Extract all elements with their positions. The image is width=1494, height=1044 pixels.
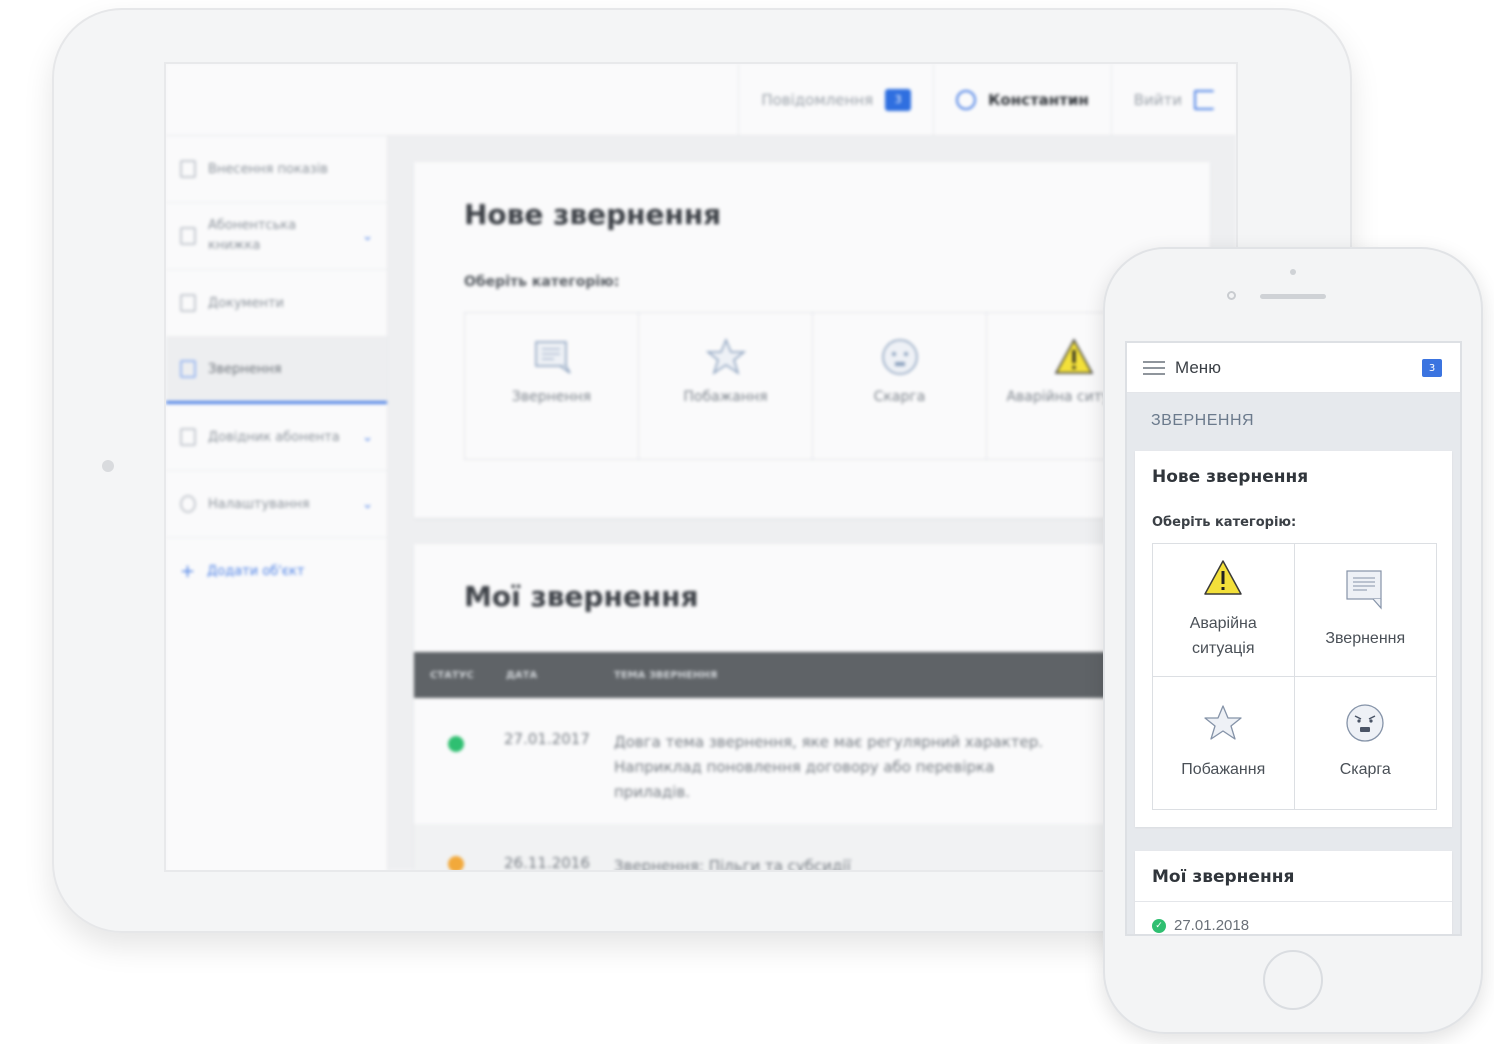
category-complaint[interactable]: Скарга xyxy=(1295,677,1437,810)
sidebar-item-readings[interactable]: Внесення показів xyxy=(166,136,387,203)
chevron-down-icon: ⌄ xyxy=(362,496,373,512)
category-label: Скарга xyxy=(873,389,926,405)
document-icon xyxy=(180,294,196,312)
new-request-card: Нове звернення Оберіть категорію: Зверне… xyxy=(414,162,1210,518)
sidebar-item-label: Звернення xyxy=(208,361,282,377)
gear-icon xyxy=(180,495,196,513)
category-label: Побажання xyxy=(1181,761,1266,779)
divider xyxy=(1135,901,1452,902)
category-request[interactable]: Звернення xyxy=(465,313,639,459)
user-icon xyxy=(956,89,977,110)
category-complaint[interactable]: Скарга xyxy=(813,313,987,459)
sidebar-item-label: Документи xyxy=(208,295,284,311)
list-item[interactable]: ✓ 27.01.2018 xyxy=(1152,917,1249,934)
my-requests-card: Мої звернення СТАТУС ДАТА ТЕМА ЗВЕРНЕННЯ… xyxy=(414,544,1210,872)
warning-icon xyxy=(1204,560,1242,595)
page-title: Нове звернення xyxy=(1152,467,1309,487)
plus-icon: + xyxy=(180,561,196,582)
messages-badge[interactable]: 3 xyxy=(1422,359,1442,377)
new-request-card: Нове звернення Оберіть категорію: Аварій… xyxy=(1135,451,1452,827)
category-label: Звернення xyxy=(1325,630,1406,648)
sidebar-item-label: Абонентська книжка xyxy=(208,218,297,253)
user-name: Константин xyxy=(988,90,1089,109)
sidebar-item-label: Налаштування xyxy=(208,496,310,512)
column-status[interactable]: СТАТУС xyxy=(430,670,474,681)
category-request[interactable]: Звернення xyxy=(1294,544,1436,677)
phone-header: Меню 3 xyxy=(1127,343,1460,393)
sidebar-item-label: Довідник абонента xyxy=(208,429,340,445)
sidebar-item-reference[interactable]: Довідник абонента ⌄ xyxy=(166,404,387,471)
status-done-icon: ✓ xyxy=(1152,918,1166,933)
category-emergency[interactable]: Аварійна ситуація xyxy=(1153,544,1295,677)
phone-device: Меню 3 ЗВЕРНЕННЯ Нове звернення Оберіть … xyxy=(1103,247,1483,1034)
column-subject[interactable]: ТЕМА ЗВЕРНЕННЯ xyxy=(614,670,717,681)
category-grid: Звернення Побажання Скарга Аварійна ситу… xyxy=(464,312,1162,460)
add-object-link[interactable]: + Додати об'єкт xyxy=(166,538,387,605)
phone-speaker xyxy=(1260,294,1326,299)
my-requests-title: Мої звернення xyxy=(464,580,699,613)
menu-label[interactable]: Меню xyxy=(1175,358,1221,378)
hamburger-menu-icon[interactable] xyxy=(1143,360,1165,375)
logout-button[interactable]: Вийти xyxy=(1110,64,1236,135)
readings-icon xyxy=(180,160,196,178)
section-title: ЗВЕРНЕННЯ xyxy=(1151,412,1255,429)
phone-camera xyxy=(1227,291,1236,300)
category-wish[interactable]: Побажання xyxy=(639,313,813,459)
choose-category-label: Оберіть категорію: xyxy=(1152,515,1297,530)
tablet-camera xyxy=(102,460,114,472)
tablet-sidebar: Внесення показів Абонентська книжка ⌄ До… xyxy=(166,136,388,870)
messages-label: Повідомлення xyxy=(761,90,874,109)
table-row[interactable]: 26.11.2016 Звернення: Пільги та субсидії xyxy=(414,824,1210,872)
warning-icon xyxy=(1054,338,1093,374)
my-requests-card: Мої звернення ✓ 27.01.2018 xyxy=(1135,851,1452,934)
sidebar-item-requests[interactable]: Звернення xyxy=(166,337,387,404)
logout-icon xyxy=(1194,89,1214,110)
row-date: 27.01.2017 xyxy=(504,730,590,748)
message-icon xyxy=(534,341,571,374)
chevron-down-icon: ⌄ xyxy=(362,429,373,445)
home-button[interactable] xyxy=(1263,950,1323,1010)
star-icon xyxy=(1204,705,1242,740)
book-icon xyxy=(180,227,196,245)
category-grid: Аварійна ситуація Звернення Побажання Ск… xyxy=(1152,543,1437,810)
choose-category-label: Оберіть категорію: xyxy=(464,274,620,290)
messages-link[interactable]: Повідомлення 3 xyxy=(738,64,933,135)
sidebar-item-label: Внесення показів xyxy=(208,161,328,177)
request-date: 27.01.2018 xyxy=(1174,917,1250,934)
tablet-screen: Повідомлення 3 Константин Вийти Внесення… xyxy=(164,62,1238,872)
chat-icon xyxy=(180,360,196,378)
column-date[interactable]: ДАТА xyxy=(506,670,537,681)
sidebar-item-documents[interactable]: Документи xyxy=(166,270,387,337)
category-label: Побажання xyxy=(683,389,768,405)
message-icon xyxy=(1346,570,1382,610)
star-icon xyxy=(705,338,746,375)
phone-screen: Меню 3 ЗВЕРНЕННЯ Нове звернення Оберіть … xyxy=(1125,341,1462,936)
row-subject: Звернення: Пільги та субсидії xyxy=(614,857,851,872)
chevron-down-icon: ⌄ xyxy=(362,228,373,244)
status-done-icon xyxy=(448,736,464,752)
row-subject: Довга тема звернення, яке має регулярний… xyxy=(614,733,1043,801)
user-menu[interactable]: Константин xyxy=(933,64,1111,135)
phone-sensor xyxy=(1290,269,1296,275)
category-label: Аварійна ситуація xyxy=(1189,614,1257,657)
reference-icon xyxy=(180,428,196,446)
angry-face-icon xyxy=(881,339,918,375)
category-label: Скарга xyxy=(1339,761,1391,779)
angry-face-icon xyxy=(1346,704,1384,742)
row-date: 26.11.2016 xyxy=(504,854,590,872)
tablet-header: Повідомлення 3 Константин Вийти xyxy=(166,64,1236,136)
status-pending-icon xyxy=(448,856,464,870)
my-requests-title: Мої звернення xyxy=(1152,867,1295,887)
category-wish[interactable]: Побажання xyxy=(1153,676,1295,809)
messages-badge: 3 xyxy=(885,88,912,111)
sidebar-item-settings[interactable]: Налаштування ⌄ xyxy=(166,471,387,538)
table-header: СТАТУС ДАТА ТЕМА ЗВЕРНЕННЯ xyxy=(414,652,1210,698)
sidebar-item-subscriber-book[interactable]: Абонентська книжка ⌄ xyxy=(166,203,387,270)
add-object-label: Додати об'єкт xyxy=(207,564,305,579)
logout-label: Вийти xyxy=(1133,90,1182,109)
category-label: Звернення xyxy=(511,389,592,405)
page-title: Нове звернення xyxy=(464,198,722,231)
